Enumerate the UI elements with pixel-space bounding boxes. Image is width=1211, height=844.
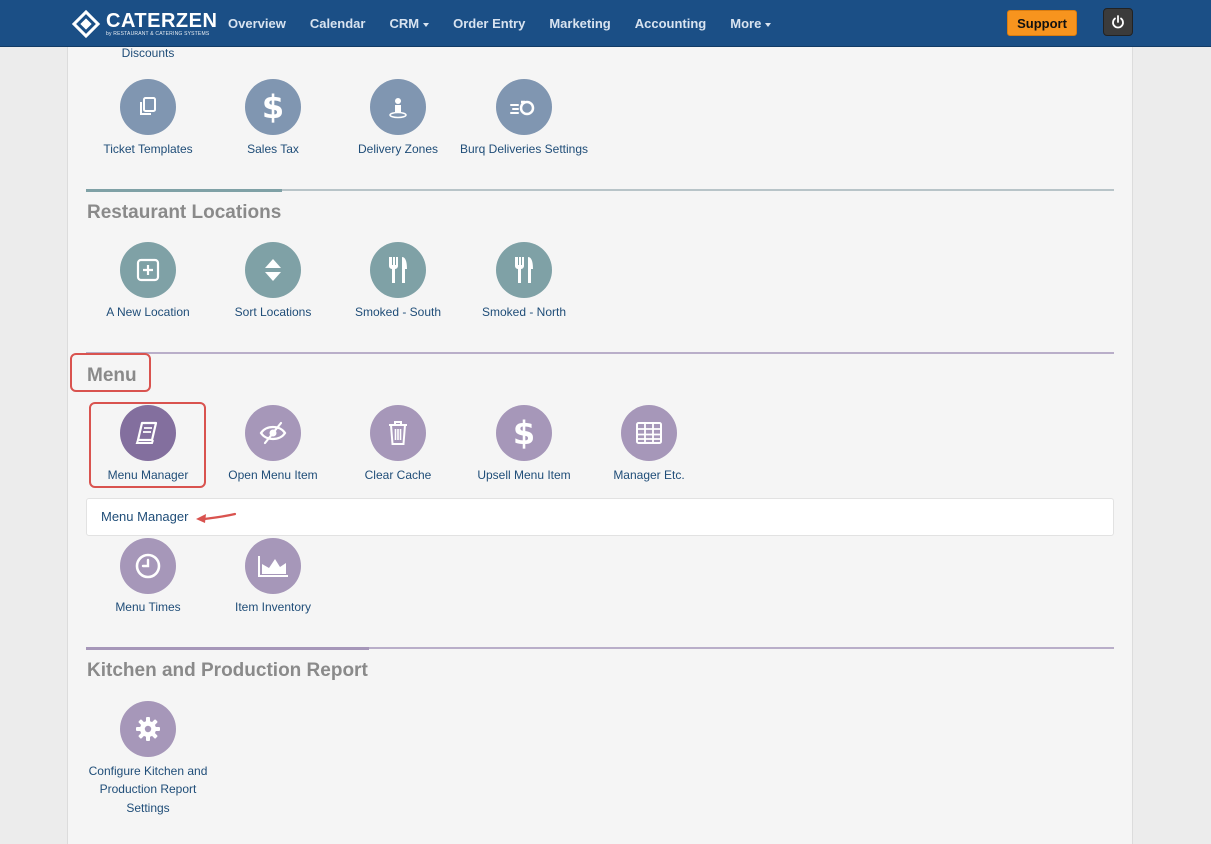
- power-button[interactable]: [1103, 8, 1133, 36]
- location-pin-icon: [389, 98, 407, 119]
- pointer-arrow-icon: [196, 512, 237, 523]
- brand-logo[interactable]: CATERZEN by RESTAURANT & CATERING SYSTEM…: [71, 9, 218, 39]
- manager-etc-label[interactable]: Manager Etc.: [584, 466, 714, 484]
- menu-manager-tooltip: Menu Manager: [86, 498, 1114, 536]
- clock-icon: [135, 553, 161, 579]
- section-divider-accent: [86, 189, 282, 192]
- utensils-icon: [389, 257, 407, 283]
- main-nav: Overview Calendar CRM Order Entry Market…: [216, 0, 783, 47]
- power-icon: [1112, 15, 1124, 29]
- ticket-templates-label[interactable]: Ticket Templates: [83, 140, 213, 158]
- nav-order-entry[interactable]: Order Entry: [441, 16, 537, 31]
- clear-cache-label[interactable]: Clear Cache: [333, 466, 463, 484]
- nav-more-label: More: [730, 16, 762, 31]
- manager-etc-button[interactable]: [621, 405, 677, 461]
- delivery-zones-label[interactable]: Delivery Zones: [333, 140, 463, 158]
- dollar-icon: $: [261, 88, 285, 126]
- menu-manager-label[interactable]: Menu Manager: [83, 466, 213, 484]
- open-menu-item-label[interactable]: Open Menu Item: [208, 466, 338, 484]
- open-menu-item-button[interactable]: [245, 405, 301, 461]
- plus-square-icon: [136, 258, 160, 282]
- sort-locations-label[interactable]: Sort Locations: [208, 303, 338, 321]
- upsell-menu-item-label[interactable]: Upsell Menu Item: [459, 466, 589, 484]
- caterzen-logo-icon: [71, 9, 101, 39]
- sales-tax-button[interactable]: $: [245, 79, 301, 135]
- copy-icon: [140, 97, 156, 115]
- menu-manager-button[interactable]: [120, 405, 176, 461]
- table-icon: [636, 422, 662, 444]
- section-divider-accent: [86, 647, 369, 650]
- brand-subtitle: by RESTAURANT & CATERING SYSTEMS: [106, 31, 210, 37]
- smoked-south-label[interactable]: Smoked - South: [333, 303, 463, 321]
- upsell-menu-item-button[interactable]: $: [496, 405, 552, 461]
- configure-kitchen-label-line2[interactable]: Production Report: [83, 780, 213, 798]
- burq-deliveries-label[interactable]: Burq Deliveries Settings: [459, 140, 589, 158]
- configure-kitchen-button[interactable]: [120, 701, 176, 757]
- nav-more[interactable]: More: [718, 16, 783, 31]
- book-icon: [135, 421, 158, 444]
- delivery-zones-button[interactable]: [370, 79, 426, 135]
- sort-locations-button[interactable]: [245, 242, 301, 298]
- restaurant-locations-title: Restaurant Locations: [87, 202, 282, 223]
- item-inventory-button[interactable]: [245, 538, 301, 594]
- tooltip-text: Menu Manager: [101, 509, 189, 524]
- delivery-icon: [510, 100, 535, 116]
- nav-crm-label: CRM: [389, 16, 420, 31]
- new-location-button[interactable]: [120, 242, 176, 298]
- discounts-link[interactable]: Discounts: [83, 44, 213, 62]
- dollar-icon: $: [512, 414, 536, 452]
- eye-slash-icon: [259, 421, 287, 445]
- caret-down-icon: [765, 22, 772, 27]
- burq-deliveries-button[interactable]: [496, 79, 552, 135]
- support-button[interactable]: Support: [1007, 10, 1077, 36]
- smoked-north-button[interactable]: [496, 242, 552, 298]
- gear-icon: [136, 717, 160, 741]
- configure-kitchen-label-line3[interactable]: Settings: [83, 799, 213, 817]
- item-inventory-label[interactable]: Item Inventory: [208, 598, 338, 616]
- section-divider: [86, 352, 1114, 354]
- smoked-south-button[interactable]: [370, 242, 426, 298]
- nav-crm[interactable]: CRM: [377, 16, 441, 31]
- ticket-templates-button[interactable]: [120, 79, 176, 135]
- caret-down-icon: [423, 22, 430, 27]
- top-navbar: CATERZEN by RESTAURANT & CATERING SYSTEM…: [0, 0, 1211, 47]
- trash-icon: [389, 421, 407, 445]
- smoked-north-label[interactable]: Smoked - North: [459, 303, 589, 321]
- utensils-icon: [515, 257, 533, 283]
- brand-name: CATERZEN: [106, 10, 218, 32]
- new-location-label[interactable]: A New Location: [83, 303, 213, 321]
- nav-accounting[interactable]: Accounting: [623, 16, 719, 31]
- nav-calendar[interactable]: Calendar: [298, 16, 378, 31]
- menu-times-label[interactable]: Menu Times: [83, 598, 213, 616]
- menu-times-button[interactable]: [120, 538, 176, 594]
- sales-tax-label[interactable]: Sales Tax: [208, 140, 338, 158]
- menu-title: Menu: [87, 365, 137, 386]
- area-chart-icon: [258, 556, 288, 577]
- clear-cache-button[interactable]: [370, 405, 426, 461]
- configure-kitchen-label-line1[interactable]: Configure Kitchen and: [83, 762, 213, 780]
- kitchen-production-title: Kitchen and Production Report: [87, 660, 368, 681]
- nav-overview[interactable]: Overview: [216, 16, 298, 31]
- sort-icon: [265, 259, 281, 281]
- content-panel: [67, 47, 1133, 844]
- nav-marketing[interactable]: Marketing: [537, 16, 622, 31]
